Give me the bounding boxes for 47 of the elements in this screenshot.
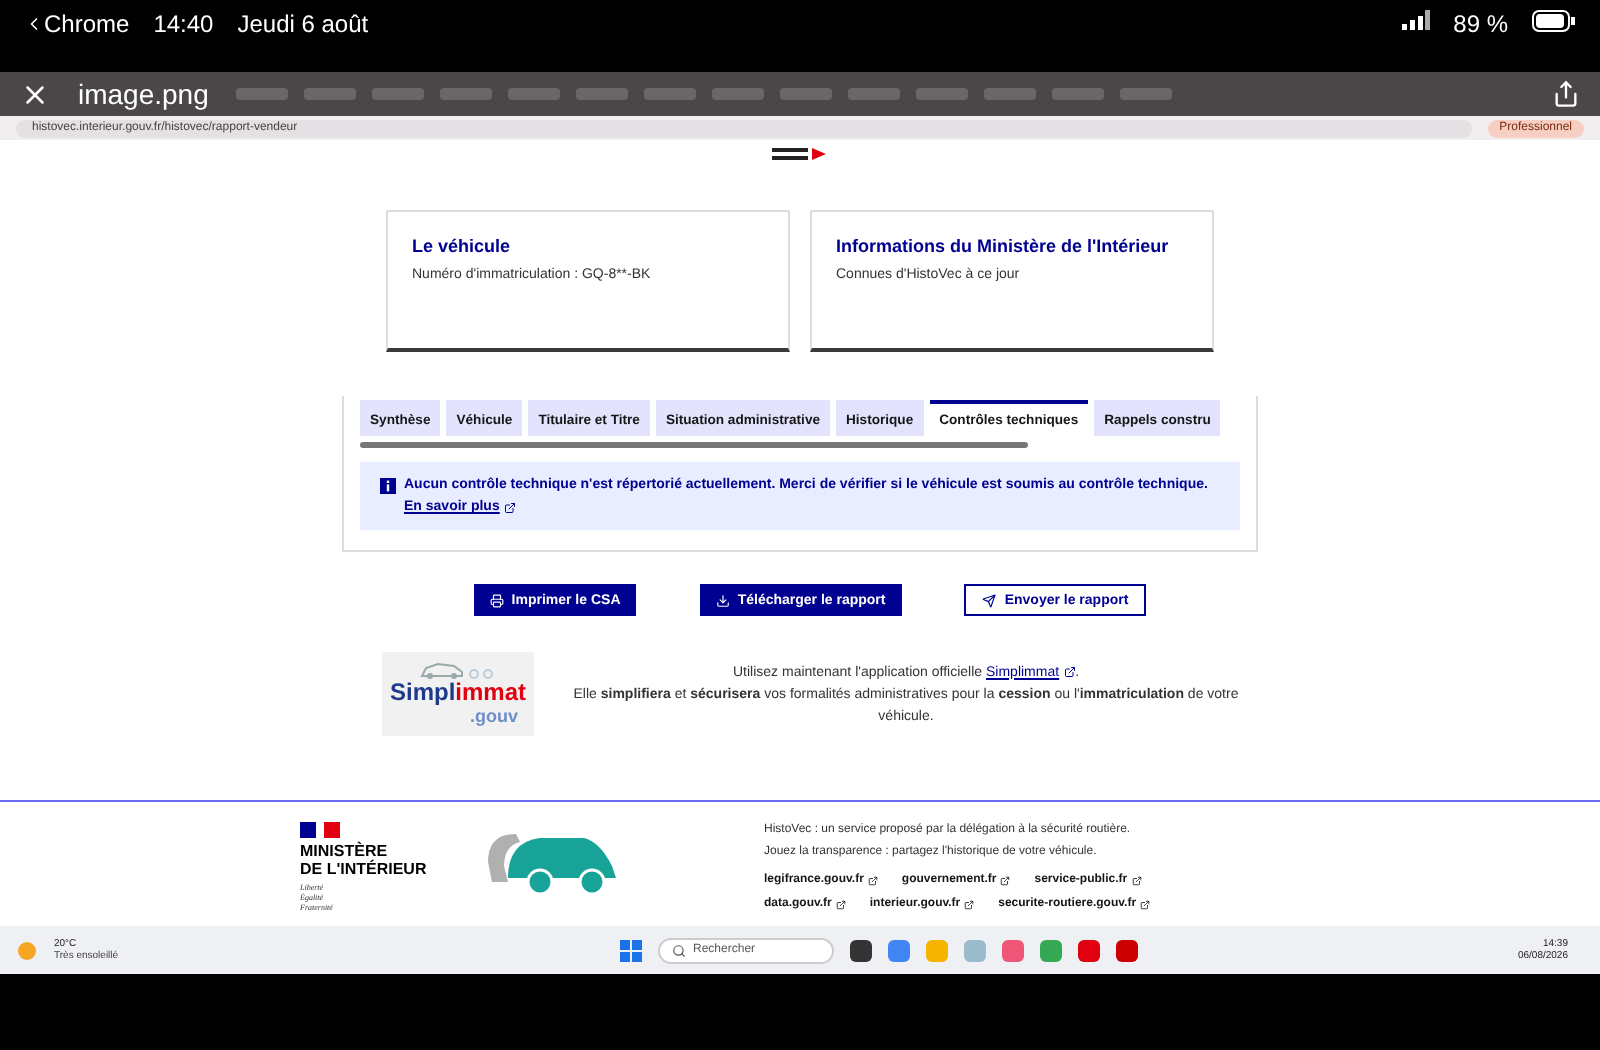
battery-percentage: 89 % [1453, 10, 1508, 38]
flag-icon [300, 822, 340, 838]
browser-tab[interactable] [576, 88, 629, 100]
ministry-name: MINISTÈRE [300, 842, 388, 860]
browser-tab[interactable] [304, 88, 357, 100]
battery-icon [1532, 10, 1576, 32]
card-title: Le véhicule [412, 236, 513, 256]
sun-icon [16, 939, 38, 961]
browser-tab[interactable] [984, 88, 1037, 100]
image-title: image.png [78, 78, 209, 110]
external-link-icon [503, 501, 516, 513]
browser-tab[interactable] [440, 88, 493, 100]
browser-tab[interactable] [1120, 88, 1173, 100]
browser-tab[interactable] [712, 88, 765, 100]
external-link-icon [964, 899, 975, 909]
browser-tab[interactable] [916, 88, 969, 100]
external-link-icon [1063, 666, 1076, 678]
search-icon [671, 943, 686, 957]
browser-tab[interactable] [236, 88, 289, 100]
ministry-name: DE L'INTÉRIEUR [300, 860, 429, 878]
service-logo-icon [772, 146, 828, 162]
download-icon [715, 593, 730, 607]
browser-tab[interactable] [644, 88, 697, 100]
external-link-icon [1131, 875, 1142, 885]
send-icon [982, 593, 997, 607]
external-link-icon [835, 899, 846, 909]
external-link-icon [867, 875, 878, 885]
share-icon[interactable] [1552, 80, 1580, 108]
browser-tab[interactable] [372, 88, 425, 100]
printer-icon [489, 593, 504, 607]
card-title: Informations du Ministère de l'Intérieur [836, 236, 1171, 256]
taskbar-app-icon[interactable] [1115, 939, 1138, 961]
simplimmat-logo: Simplimmat .gouv [382, 652, 534, 736]
status-time: 14:40 [153, 10, 214, 38]
taskbar-app-icon[interactable] [849, 939, 872, 961]
scrollbar-thumb[interactable] [360, 442, 1029, 448]
external-link-icon [1000, 875, 1011, 885]
browser-tab[interactable] [508, 88, 561, 100]
browser-tab[interactable] [1052, 88, 1105, 100]
status-date: Jeudi 6 août [237, 10, 369, 38]
signal-icon [1401, 10, 1430, 30]
browser-tab[interactable] [848, 88, 901, 100]
browser-tab[interactable] [780, 88, 833, 100]
info-icon [380, 477, 396, 493]
windows-icon[interactable] [619, 939, 642, 961]
external-link-icon [1140, 899, 1151, 909]
back-to-app-link[interactable]: Chrome [24, 10, 130, 38]
